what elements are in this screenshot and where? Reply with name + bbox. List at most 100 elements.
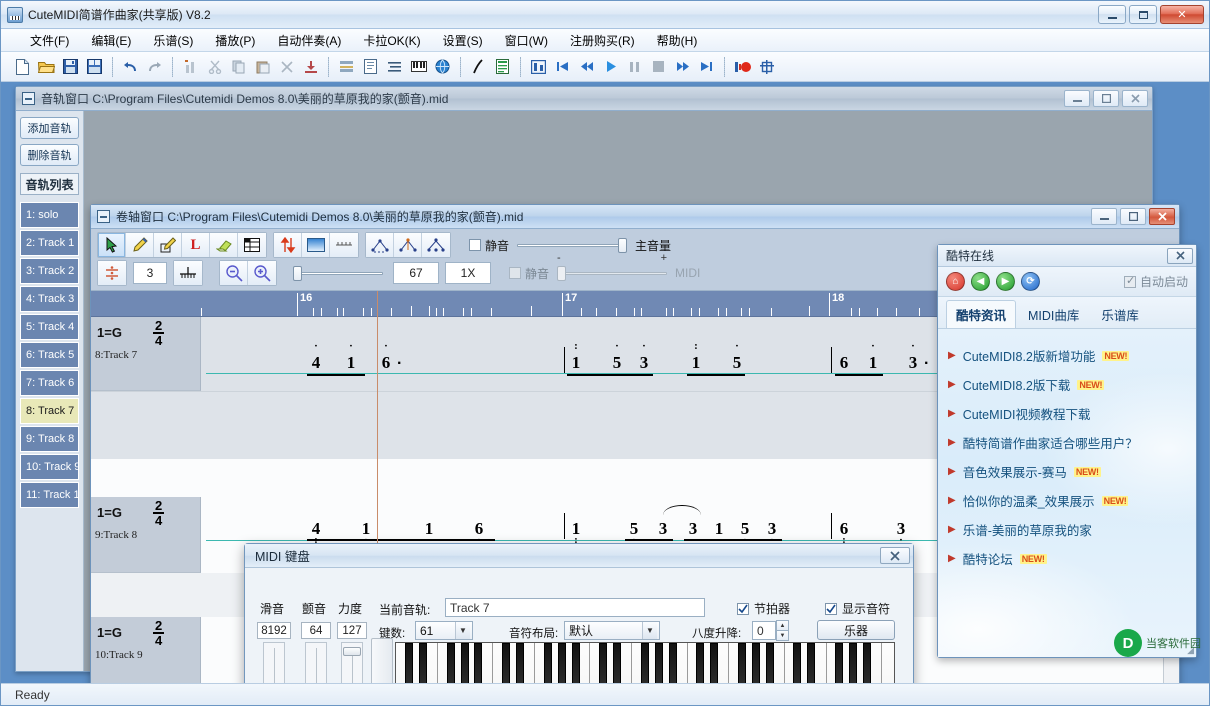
menu-karaoke[interactable]: 卡拉OK(K) [352,30,431,51]
pencil-icon[interactable] [126,233,154,257]
lyrics-L-icon[interactable]: L [182,233,210,257]
note[interactable]: 4· [309,353,323,373]
piano-black-key[interactable] [655,643,663,683]
roll-window-maximize[interactable] [1120,208,1146,225]
octave-spinner[interactable]: ▲ ▼ [776,620,789,641]
track-item[interactable]: 6: Track 5 [20,342,79,368]
piano-black-key[interactable] [710,643,718,683]
undo-icon[interactable] [119,55,142,78]
list-view-icon[interactable] [383,55,406,78]
note[interactable]: 5· [738,519,752,539]
menu-play[interactable]: 播放(P) [204,30,266,51]
forward-end-icon[interactable] [695,55,718,78]
track-item[interactable]: 5: Track 4 [20,314,79,340]
home-icon[interactable]: ⌂ [946,272,965,291]
keyboard-icon[interactable] [407,55,430,78]
open-folder-icon[interactable] [35,55,58,78]
zoom-in-icon[interactable] [248,261,276,285]
lyrics-icon[interactable] [491,55,514,78]
mixer-icon[interactable] [527,55,550,78]
roll-window-close[interactable] [1149,208,1175,225]
note[interactable]: 4: [309,519,323,539]
add-track-button[interactable]: 添加音轨 [20,117,79,139]
note[interactable]: 3· [894,519,908,539]
tempo-field[interactable]: 67 [393,262,439,284]
current-track-field[interactable]: Track 7 [445,598,705,617]
cut-icon[interactable] [203,55,226,78]
ruler-icon[interactable] [330,233,358,257]
speed-field[interactable]: 1X [445,262,491,284]
select-arrow-icon[interactable] [98,233,126,257]
curve-dots-icon-3[interactable] [422,233,450,257]
curve-dots-icon-2[interactable] [394,233,422,257]
piano-black-key[interactable] [793,643,801,683]
paste-icon[interactable] [251,55,274,78]
chevron-down-icon[interactable]: ▼ [455,622,470,639]
note[interactable]: 6 [837,353,851,373]
menu-help[interactable]: 帮助(H) [646,30,709,51]
note[interactable]: 1 [712,519,726,539]
piano-black-key[interactable] [572,643,580,683]
note[interactable]: 1· [866,353,880,373]
save-icon[interactable] [59,55,82,78]
piano-black-key[interactable] [613,643,621,683]
minimize-button[interactable] [1098,5,1126,24]
midi-dialog-close-button[interactable] [880,547,910,564]
note[interactable]: 3· [906,353,920,373]
pencil-box-icon[interactable] [154,233,182,257]
refresh-icon[interactable]: ⟳ [1021,272,1040,291]
piano-black-key[interactable] [669,643,677,683]
export-icon[interactable] [299,55,322,78]
close-button[interactable]: ✕ [1160,5,1204,24]
midi-keyboard-dialog[interactable]: MIDI 键盘 滑音 颤音 力度 8192 64 127 [244,543,914,683]
piano-black-key[interactable] [544,643,552,683]
master-volume-slider[interactable] [517,238,627,252]
curve-dots-icon-1[interactable] [366,233,394,257]
tab-news[interactable]: 酷特资讯 [946,300,1016,328]
new-file-icon[interactable] [11,55,34,78]
forward-icon[interactable]: ▶ [996,272,1015,291]
piano-black-key[interactable] [766,643,774,683]
track-item[interactable]: 1: solo [20,202,79,228]
piano-black-key[interactable] [641,643,649,683]
piano-black-key[interactable] [738,643,746,683]
rewind-start-icon[interactable] [551,55,574,78]
piano-white-key[interactable] [882,643,895,683]
note[interactable]: 6· [472,519,486,539]
piano-black-key[interactable] [461,643,469,683]
news-link[interactable]: ▶ CuteMIDI视频教程下载 [938,399,1196,428]
note[interactable]: 1: [689,353,703,373]
menu-edit[interactable]: 编辑(E) [80,30,142,51]
piano-black-key[interactable] [696,643,704,683]
piano-black-key[interactable] [835,643,843,683]
note[interactable]: 3· [765,519,779,539]
note[interactable]: 1· [359,519,373,539]
gradient-box-icon[interactable] [302,233,330,257]
piano-black-key[interactable] [516,643,524,683]
note[interactable]: 6: [837,519,851,539]
auto-start-checkbox-row[interactable]: 自动启动 [1124,273,1188,290]
note-layout-combo[interactable]: 默认 ▼ [564,621,660,640]
loop-icon[interactable] [755,55,778,78]
tab-score-library[interactable]: 乐谱库 [1091,300,1149,328]
news-link[interactable]: ▶ 酷特简谱作曲家适合哪些用户？ [938,428,1196,457]
master-mute-checkbox[interactable] [469,239,481,251]
menu-file[interactable]: 文件(F) [19,30,80,51]
track-window-minimize[interactable] [1064,90,1090,107]
table-icon[interactable] [238,233,266,257]
chevron-down-icon-2[interactable]: ▼ [642,622,657,639]
zoom-slider[interactable] [293,266,383,280]
rewind-icon[interactable] [575,55,598,78]
piano-black-key[interactable] [599,643,607,683]
window-menu-icon[interactable] [22,92,35,105]
note[interactable]: 5· [730,353,744,373]
quantize-field[interactable]: 3 [133,262,167,284]
roll-window-minimize[interactable] [1091,208,1117,225]
eraser-icon[interactable] [210,233,238,257]
track-item[interactable]: 11: Track 1 [20,482,79,508]
track-item[interactable]: 4: Track 3 [20,286,79,312]
stop-icon[interactable] [647,55,670,78]
octave-shift-field[interactable]: 0 [752,621,776,640]
window-menu-icon-roll[interactable] [97,210,110,223]
online-panel[interactable]: 酷特在线 ⌂ ◀ ▶ ⟳ 自动启动 酷特资讯 MIDI曲库 乐谱库 [937,244,1197,658]
